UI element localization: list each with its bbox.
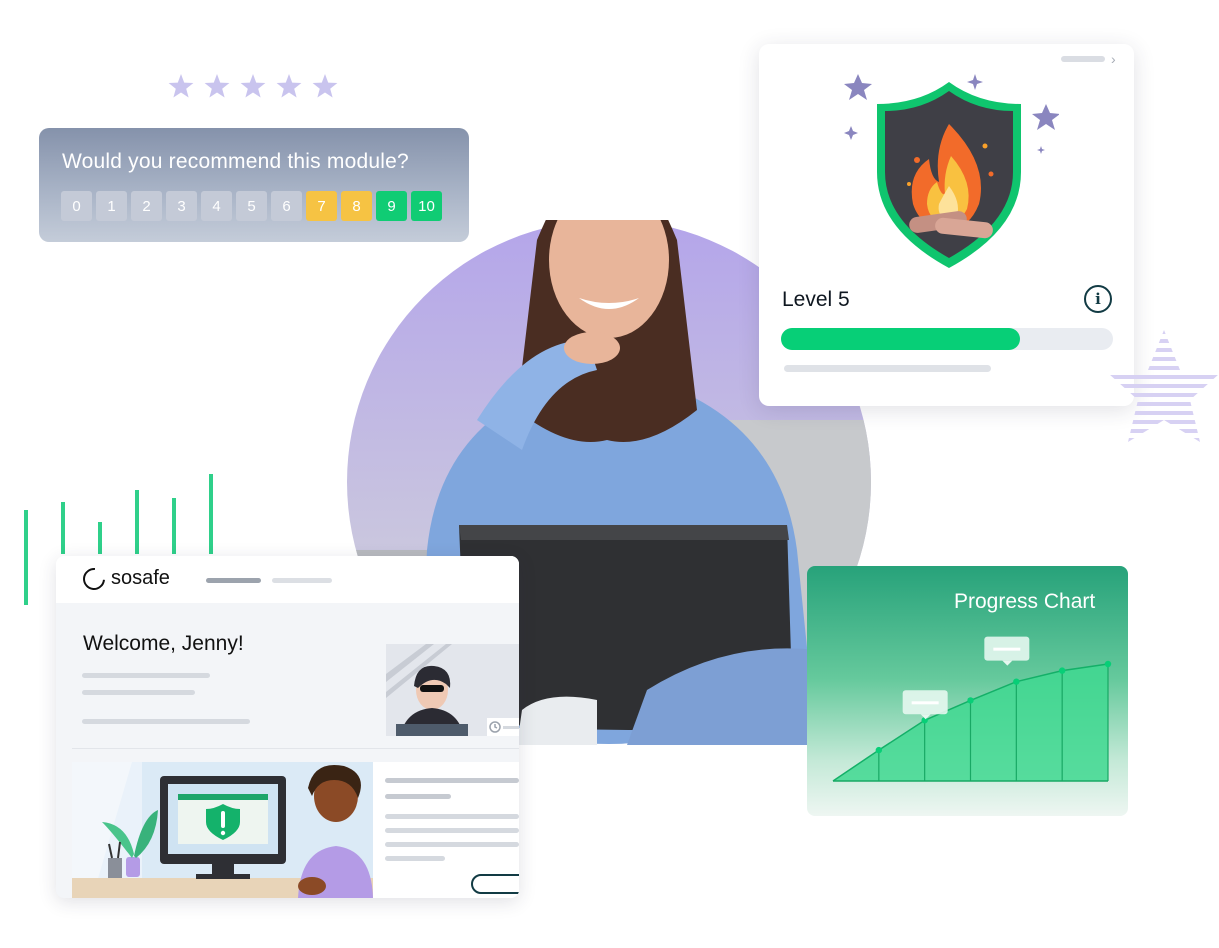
placeholder-line bbox=[385, 856, 445, 861]
placeholder-line bbox=[82, 690, 195, 695]
chart-point[interactable] bbox=[1058, 667, 1066, 674]
nps-option-8[interactable]: 8 bbox=[341, 191, 372, 221]
placeholder-line bbox=[385, 794, 451, 799]
nps-option-2[interactable]: 2 bbox=[131, 191, 162, 221]
info-icon[interactable]: i bbox=[1084, 285, 1112, 313]
survey-question: Would you recommend this module? bbox=[62, 150, 409, 173]
decorative-star-icon bbox=[1109, 330, 1219, 442]
star-icon[interactable] bbox=[168, 74, 194, 98]
decor-bar bbox=[98, 522, 102, 554]
decor-bar bbox=[209, 474, 213, 554]
sosafe-dashboard-card: sosafe Welcome, Jenny! bbox=[56, 556, 519, 898]
lesson-illustration[interactable] bbox=[72, 762, 373, 898]
placeholder-line bbox=[784, 365, 991, 372]
chart-tooltip bbox=[984, 636, 1030, 666]
dashboard-header: sosafe bbox=[56, 556, 519, 603]
decor-bar bbox=[24, 560, 28, 605]
shield-alert-monitor-illustration bbox=[72, 762, 373, 898]
placeholder-line bbox=[82, 673, 210, 678]
level-progress-fill bbox=[781, 328, 1021, 350]
nps-option-9[interactable]: 9 bbox=[376, 191, 407, 221]
nav-item-active[interactable] bbox=[206, 578, 261, 583]
decor-bar bbox=[135, 490, 139, 554]
placeholder-line bbox=[82, 719, 250, 724]
nps-option-6[interactable]: 6 bbox=[271, 191, 302, 221]
star-icon[interactable] bbox=[312, 74, 338, 98]
chart-point[interactable] bbox=[1013, 678, 1020, 685]
chart-point[interactable] bbox=[1104, 660, 1112, 668]
level-title: Level 5 bbox=[782, 288, 850, 311]
star-icon[interactable] bbox=[204, 74, 230, 98]
window-handle bbox=[1061, 56, 1105, 62]
placeholder-line bbox=[385, 778, 519, 783]
chart-title: Progress Chart bbox=[954, 590, 1096, 613]
placeholder-line bbox=[385, 814, 519, 819]
start-lesson-button[interactable] bbox=[471, 874, 519, 894]
nps-option-0[interactable]: 0 bbox=[61, 191, 92, 221]
decor-bar bbox=[172, 498, 176, 554]
level-progress-bar bbox=[781, 328, 1113, 350]
chevron-right-icon[interactable]: › bbox=[1111, 51, 1116, 67]
decor-bar bbox=[61, 502, 65, 554]
nps-option-3[interactable]: 3 bbox=[166, 191, 197, 221]
rating-stars bbox=[168, 74, 338, 98]
welcome-heading: Welcome, Jenny! bbox=[83, 632, 244, 655]
placeholder-line bbox=[385, 842, 519, 847]
brand-name: sosafe bbox=[111, 567, 170, 589]
nps-option-10[interactable]: 10 bbox=[411, 191, 442, 221]
star-icon[interactable] bbox=[240, 74, 266, 98]
clock-icon bbox=[487, 718, 519, 736]
chart-point[interactable] bbox=[967, 697, 974, 704]
lesson-details bbox=[373, 762, 519, 898]
progress-chart-card: Progress Chart bbox=[807, 566, 1128, 816]
nps-scale: 0 1 2 3 4 5 6 7 8 9 10 bbox=[61, 191, 442, 221]
campfire-shield-icon bbox=[844, 74, 1059, 268]
nps-option-1[interactable]: 1 bbox=[96, 191, 127, 221]
nps-option-4[interactable]: 4 bbox=[201, 191, 232, 221]
sosafe-logo-icon bbox=[78, 563, 110, 594]
nps-option-5[interactable]: 5 bbox=[236, 191, 267, 221]
divider bbox=[72, 748, 519, 749]
star-icon[interactable] bbox=[276, 74, 302, 98]
nav-item[interactable] bbox=[272, 578, 332, 583]
placeholder-line bbox=[385, 828, 519, 833]
sosafe-logo[interactable]: sosafe bbox=[78, 563, 170, 594]
chart-point[interactable] bbox=[875, 746, 883, 754]
nps-option-7[interactable]: 7 bbox=[306, 191, 337, 221]
level-card: › Level 5 i bbox=[759, 44, 1134, 406]
